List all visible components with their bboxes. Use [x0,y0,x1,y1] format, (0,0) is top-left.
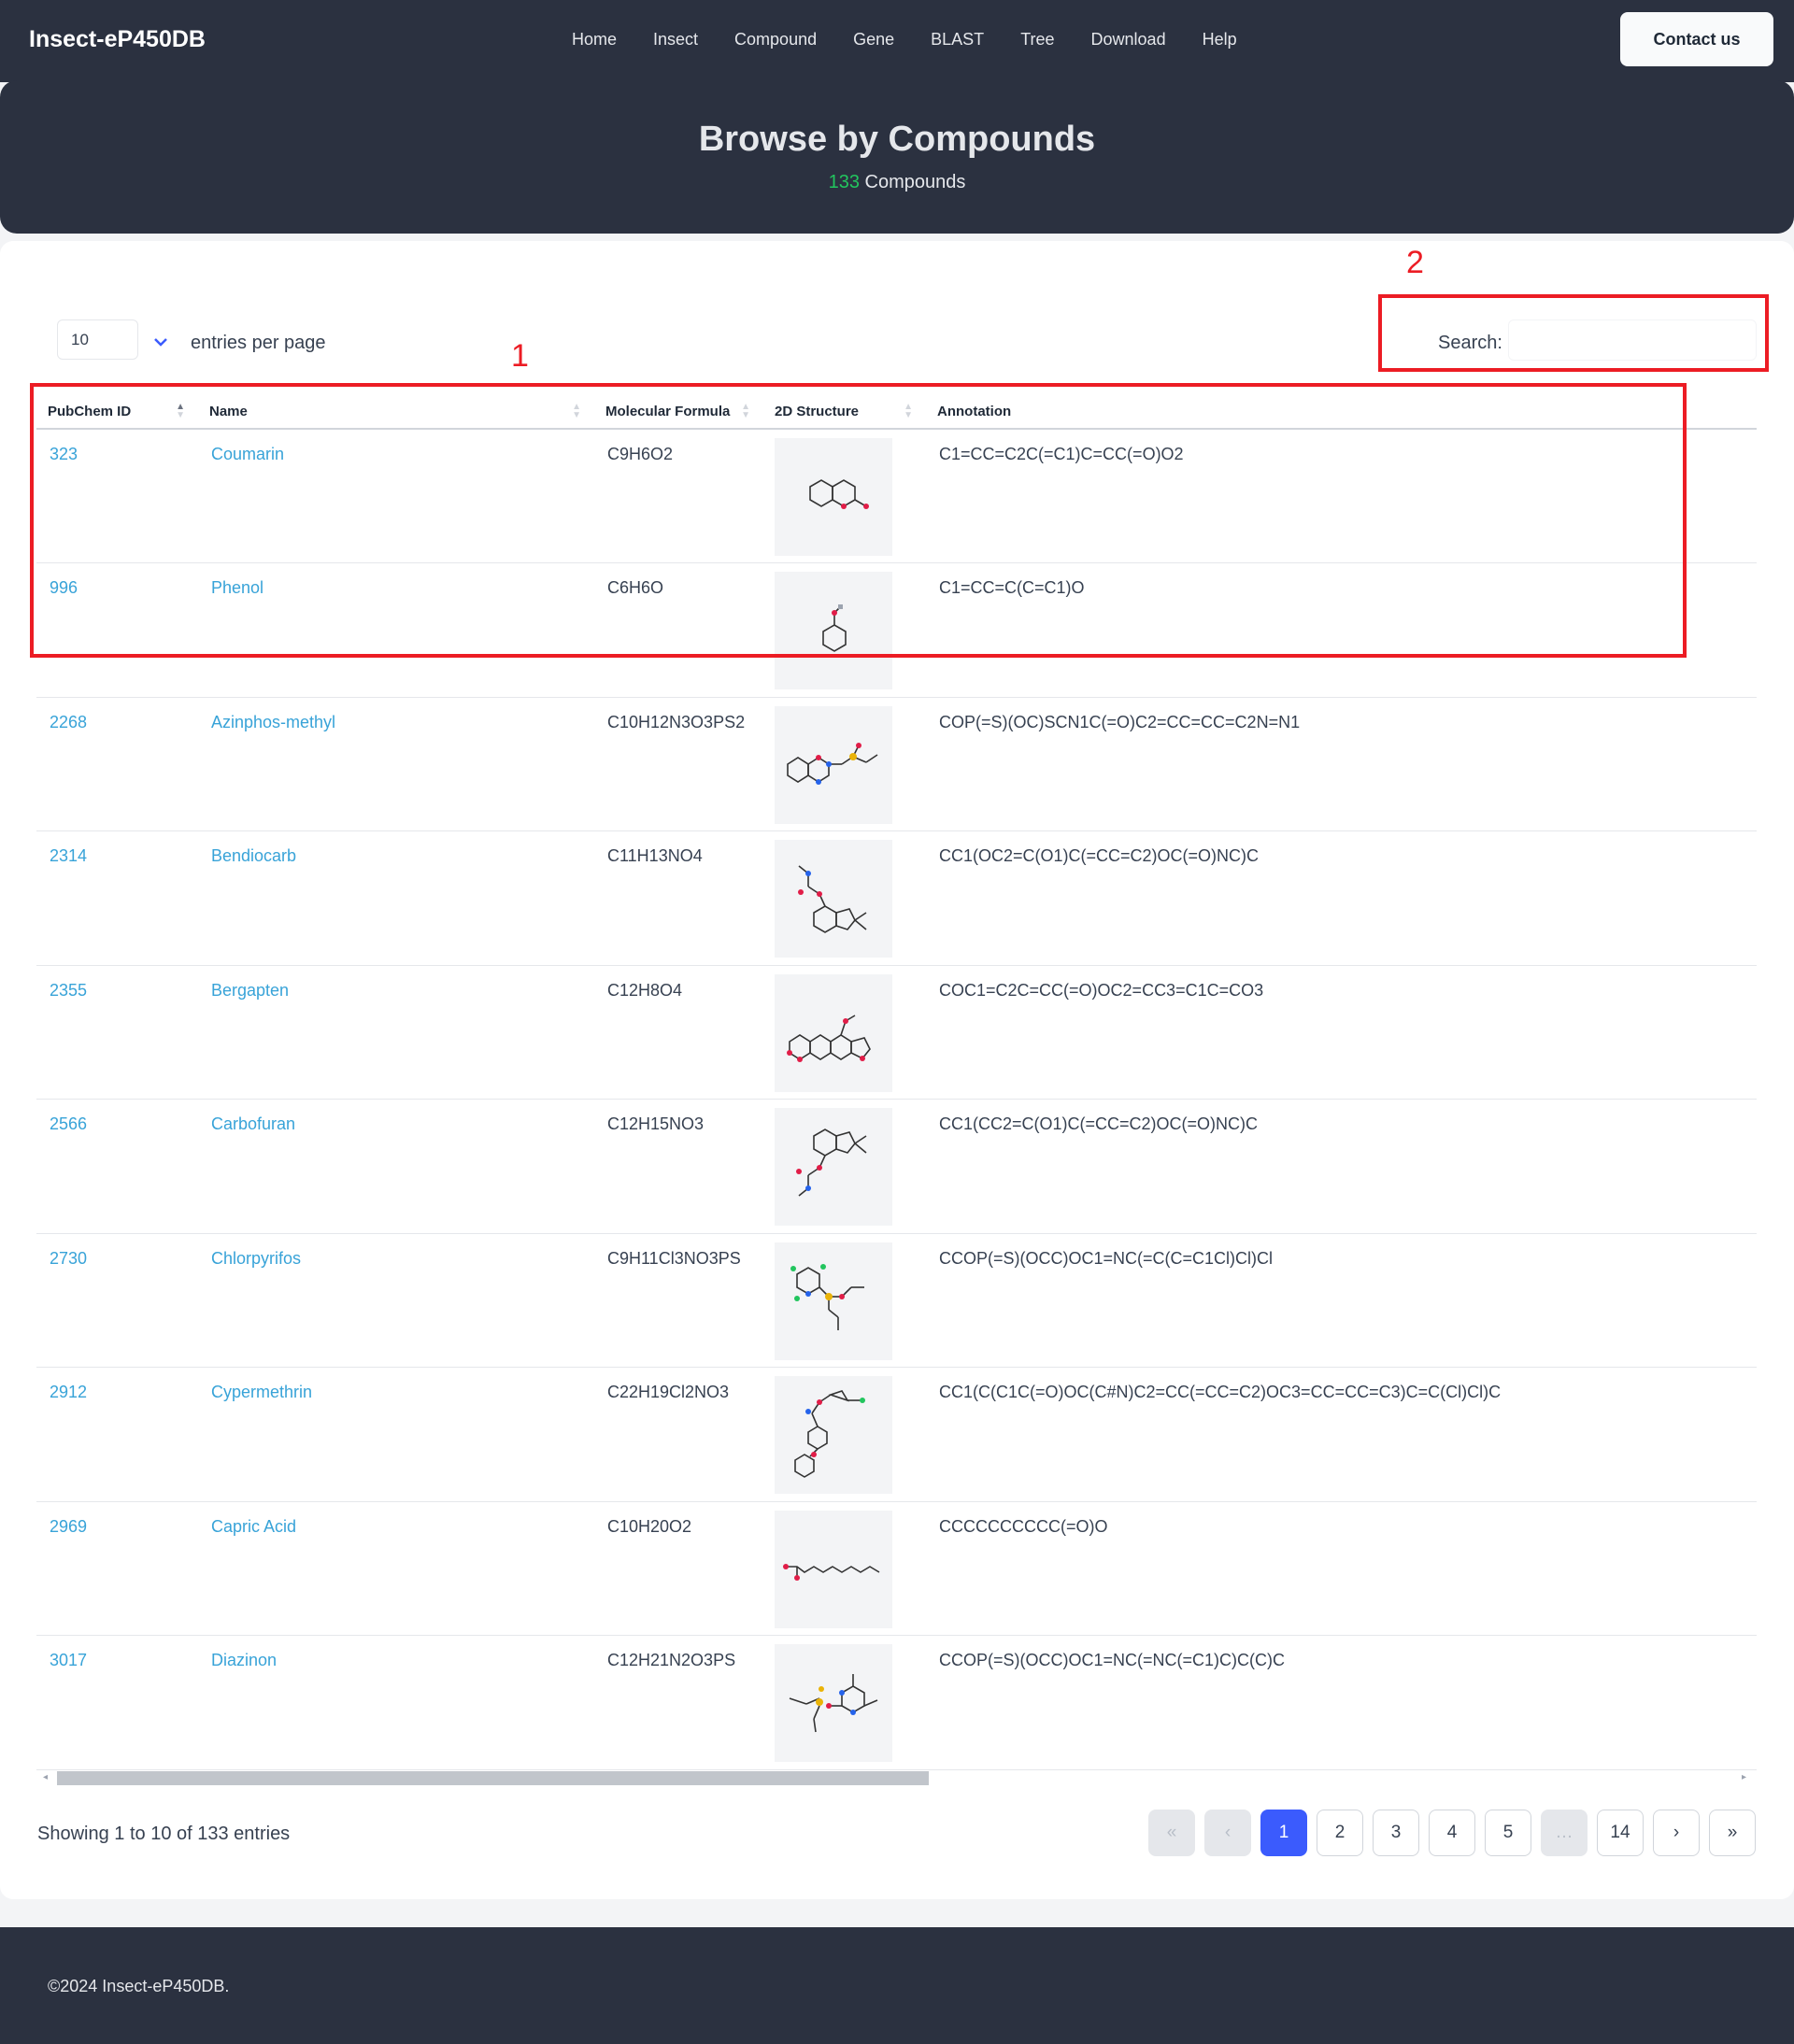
structure-image[interactable] [775,840,892,958]
table-row: 2268 Azinphos-methyl C10H12N3O3PS2 COP(=… [36,697,1757,831]
page-2-button[interactable]: 2 [1317,1810,1363,1856]
structure-image[interactable] [775,973,892,1092]
annotation-smiles: CCCCCCCCCC(=O)O [926,1501,1757,1636]
nav-download[interactable]: Download [1091,30,1166,50]
compound-name-link[interactable]: Azinphos-methyl [198,697,594,831]
molecular-formula: C10H20O2 [594,1501,763,1636]
entries-per-page-label: entries per page [191,333,326,353]
annotation-smiles: CC1(CC2=C(O1)C(=CC=C2)OC(=O)NC)C [926,1099,1757,1234]
hero-banner: Browse by Compounds 133 Compounds [0,80,1794,234]
compound-name-link[interactable]: Diazinon [198,1635,594,1770]
table-row: 2314 Bendiocarb C11H13NO4 CC1(OC2=C(O1)C… [36,830,1757,966]
pagination: « ‹ 1 2 3 4 5 … 14 › » [1148,1810,1756,1856]
nav-home[interactable]: Home [572,30,617,50]
annotation-smiles: CCOP(=S)(OCC)OC1=NC(=C(C=C1Cl)Cl)Cl [926,1233,1757,1368]
page-title: Browse by Compounds [698,120,1096,159]
prev-page-button[interactable]: ‹ [1204,1810,1251,1856]
compound-count: 133 Compounds [0,172,1794,193]
structure-image[interactable] [775,1108,892,1226]
table-row: 2566 Carbofuran C12H15NO3 CC1(CC2=C(O1)C… [36,1099,1757,1234]
pubchem-id-link[interactable]: 2969 [36,1501,198,1636]
page-5-button[interactable]: 5 [1485,1810,1531,1856]
structure-image[interactable] [775,1376,892,1494]
navbar: Insect-eP450DB Home Insect Compound Gene… [0,0,1794,82]
pubchem-id-link[interactable]: 2355 [36,965,198,1100]
compound-name-link[interactable]: Bergapten [198,965,594,1100]
pubchem-id-link[interactable]: 2314 [36,830,198,966]
annotation-label-1: 1 [511,338,529,374]
page-4-button[interactable]: 4 [1429,1810,1475,1856]
pubchem-id-link[interactable]: 2730 [36,1233,198,1368]
page-ellipsis: … [1541,1810,1588,1856]
nav-insect[interactable]: Insect [653,30,698,50]
first-page-button[interactable]: « [1148,1810,1195,1856]
pubchem-id-link[interactable]: 3017 [36,1635,198,1770]
molecular-formula: C11H13NO4 [594,830,763,966]
nav-blast[interactable]: BLAST [931,30,984,50]
table-row: 3017 Diazinon C12H21N2O3PS CCOP(=S)(OCC)… [36,1635,1757,1770]
page-3-button[interactable]: 3 [1373,1810,1419,1856]
molecular-formula: C12H8O4 [594,965,763,1100]
annotation-label-2: 2 [1406,245,1424,280]
table-row: 2730 Chlorpyrifos C9H11Cl3NO3PS CCOP(=S)… [36,1233,1757,1368]
annotation-box-1 [30,383,1687,658]
nav-help[interactable]: Help [1203,30,1237,50]
molecular-formula: C9H11Cl3NO3PS [594,1233,763,1368]
annotation-smiles: COP(=S)(OC)SCN1C(=O)C2=CC=CC=C2N=N1 [926,697,1757,831]
compound-name-link[interactable]: Cypermethrin [198,1367,594,1502]
chevron-down-icon[interactable] [153,336,168,348]
structure-image[interactable] [775,705,892,824]
annotation-smiles: CC1(C(C1C(=O)OC(C#N)C2=CC(=CC=C2)OC3=CC=… [926,1367,1757,1502]
pubchem-id-link[interactable]: 2912 [36,1367,198,1502]
scroll-left-icon[interactable]: ◂ [43,1772,48,1782]
molecular-formula: C12H21N2O3PS [594,1635,763,1770]
compound-count-value: 133 [828,172,860,192]
contact-us-button[interactable]: Contact us [1620,12,1773,66]
molecular-formula: C22H19Cl2NO3 [594,1367,763,1502]
annotation-smiles: CCOP(=S)(OCC)OC1=NC(=NC(=C1)C)C(C)C [926,1635,1757,1770]
compound-name-link[interactable]: Bendiocarb [198,830,594,966]
table-row: 2912 Cypermethrin C22H19Cl2NO3 CC1(C(C1C… [36,1367,1757,1502]
scrollbar-thumb[interactable] [57,1771,929,1785]
nav-tree[interactable]: Tree [1020,30,1054,50]
footer: ©2024 Insect-eP450DB. [0,1927,1794,2044]
compound-name-link[interactable]: Capric Acid [198,1501,594,1636]
table-row: 2969 Capric Acid C10H20O2 CCCCCCCCCC(=O)… [36,1501,1757,1636]
structure-image[interactable] [775,1510,892,1628]
compound-name-link[interactable]: Carbofuran [198,1099,594,1234]
molecular-formula: C10H12N3O3PS2 [594,697,763,831]
nav-gene[interactable]: Gene [853,30,894,50]
entries-info: Showing 1 to 10 of 133 entries [37,1824,291,1844]
page-1-button[interactable]: 1 [1260,1810,1307,1856]
last-page-button[interactable]: » [1709,1810,1756,1856]
entries-per-page-select[interactable]: 10 [57,319,138,360]
nav-links: Home Insect Compound Gene BLAST Tree Dow… [572,30,1274,50]
scroll-right-icon[interactable]: ▸ [1742,1772,1746,1782]
annotation-smiles: CC1(OC2=C(O1)C(=CC=C2)OC(=O)NC)C [926,830,1757,966]
annotation-box-2 [1378,294,1769,372]
brand-logo[interactable]: Insect-eP450DB [29,26,206,53]
table-row: 2355 Bergapten C12H8O4 COC1=C2C=CC(=O)OC… [36,965,1757,1100]
next-page-button[interactable]: › [1653,1810,1700,1856]
compound-count-label: Compounds [864,172,966,192]
copyright: ©2024 Insect-eP450DB. [48,1977,230,1995]
structure-image[interactable] [775,1644,892,1762]
molecular-formula: C12H15NO3 [594,1099,763,1234]
annotation-smiles: COC1=C2C=CC(=O)OC2=CC3=C1C=CO3 [926,965,1757,1100]
nav-compound[interactable]: Compound [734,30,817,50]
pubchem-id-link[interactable]: 2268 [36,697,198,831]
pubchem-id-link[interactable]: 2566 [36,1099,198,1234]
compound-name-link[interactable]: Chlorpyrifos [198,1233,594,1368]
page-14-button[interactable]: 14 [1597,1810,1644,1856]
structure-image[interactable] [775,1242,892,1360]
